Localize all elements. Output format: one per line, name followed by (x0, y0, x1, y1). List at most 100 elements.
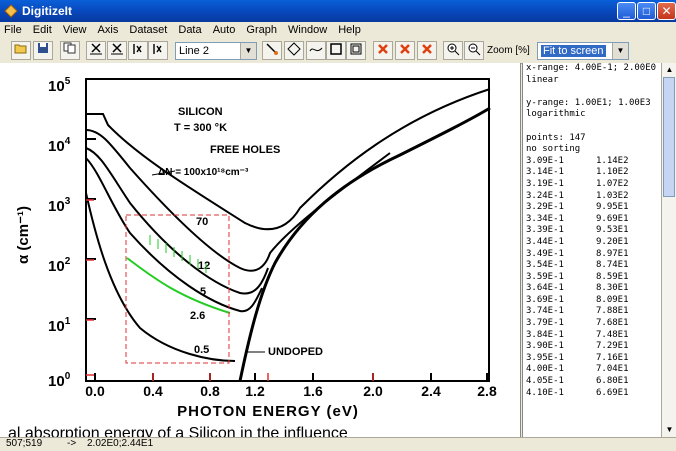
caption-fragment: al absorption energy of a Silicon in the… (8, 425, 348, 437)
zoom-in-icon[interactable] (443, 41, 463, 60)
curve-tool-icon[interactable] (306, 41, 326, 60)
data-row-y: 8.74E1 (596, 260, 629, 271)
data-row[interactable]: 3.74E-1 7.88E1 (523, 306, 662, 318)
data-row[interactable]: 3.95E-1 7.16E1 (523, 353, 662, 365)
menu-dataset[interactable]: Dataset (125, 22, 171, 36)
plot-frame (85, 78, 490, 382)
data-row[interactable]: 3.49E-1 8.97E1 (523, 249, 662, 261)
data-row-y: 8.59E1 (596, 271, 629, 282)
x-tick-label-5: 2.0 (363, 383, 383, 399)
y-tick-label-1: 101 (48, 316, 71, 335)
data-row[interactable]: 3.29E-1 9.95E1 (523, 202, 662, 214)
open-folder-icon[interactable] (11, 41, 31, 60)
data-row[interactable]: 3.19E-1 1.07E2 (523, 179, 662, 191)
menu-axis[interactable]: Axis (94, 22, 123, 36)
data-row[interactable]: 3.44E-1 9.20E1 (523, 237, 662, 249)
data-row-x: 4.10E-1 (526, 387, 564, 398)
menu-file[interactable]: File (0, 22, 26, 36)
data-row-y: 8.09E1 (596, 294, 629, 305)
zoom-out-icon[interactable] (464, 41, 484, 60)
x-axis-max-icon[interactable] (107, 41, 127, 60)
data-row[interactable]: 4.05E-1 6.80E1 (523, 376, 662, 388)
data-row-x: 3.95E-1 (526, 352, 564, 363)
rectangle-tool-icon[interactable] (326, 41, 346, 60)
data-row-y: 7.16E1 (596, 352, 629, 363)
data-row[interactable]: 3.90E-1 7.29E1 (523, 341, 662, 353)
scanned-graph[interactable]: 105 104 103 102 101 100 0.0 0.4 0.8 1.2 … (0, 63, 520, 437)
diamond-tool-icon[interactable] (284, 41, 304, 60)
title-bar: DigitizeIt _ □ ✕ (0, 0, 676, 22)
data-panel[interactable]: x-range: 4.00E-1; 2.00E0 linear y-range:… (522, 63, 662, 437)
delete-all-icon[interactable] (417, 41, 437, 60)
graph-canvas[interactable]: 105 104 103 102 101 100 0.0 0.4 0.8 1.2 … (0, 63, 521, 437)
data-row[interactable]: 3.09E-1 1.14E2 (523, 156, 662, 168)
menu-data[interactable]: Data (174, 22, 205, 36)
x-tick-label-3: 1.2 (245, 383, 265, 399)
zoom-select[interactable]: Fit to screen ▼ (537, 42, 629, 60)
line-select-value: Line 2 (179, 45, 209, 57)
data-row-x: 3.90E-1 (526, 341, 564, 352)
rectangle-select-icon[interactable] (346, 41, 366, 60)
point-tool-icon[interactable] (262, 41, 282, 60)
curve-0-5 (85, 192, 236, 362)
data-row-x: 3.09E-1 (526, 155, 564, 166)
y-tick-label-2: 102 (48, 256, 71, 275)
line-select[interactable]: Line 2 ▼ (175, 42, 257, 60)
menu-window[interactable]: Window (284, 22, 331, 36)
data-row-y: 9.95E1 (596, 202, 629, 213)
status-arrow: -> (67, 438, 77, 449)
maximize-button[interactable]: □ (637, 2, 656, 20)
curve-70 (86, 88, 491, 231)
menu-help[interactable]: Help (334, 22, 365, 36)
data-row[interactable]: 3.84E-1 7.48E1 (523, 330, 662, 342)
x-axis-label: PHOTON ENERGY (eV) (177, 403, 359, 420)
close-button[interactable]: ✕ (657, 2, 676, 20)
vertical-scrollbar[interactable]: ▲ ▼ (661, 63, 676, 437)
menu-graph[interactable]: Graph (242, 22, 281, 36)
annotations: SILICON T = 300 °K FREE HOLES ΔN = 100x1… (158, 106, 323, 358)
copy-icon[interactable] (60, 41, 80, 60)
digitized-line-green (126, 257, 231, 314)
data-row-y: 7.48E1 (596, 329, 629, 340)
delete-selection-icon[interactable] (395, 41, 415, 60)
data-row-y: 8.97E1 (596, 248, 629, 259)
menu-auto[interactable]: Auto (209, 22, 240, 36)
curve-label-2-6: 2.6 (190, 310, 205, 322)
data-row-y: 7.88E1 (596, 306, 629, 317)
scroll-down-icon[interactable]: ▼ (662, 423, 676, 437)
menu-edit[interactable]: Edit (29, 22, 56, 36)
x-axis-min-icon[interactable] (86, 41, 106, 60)
data-row-x: 3.19E-1 (526, 178, 564, 189)
data-rows: 3.09E-1 1.14E2 3.14E-1 1.10E2 3.19E-1 1.07E2 3… (523, 156, 662, 399)
data-row[interactable]: 3.24E-1 1.03E2 (523, 191, 662, 203)
scroll-up-icon[interactable]: ▲ (662, 63, 676, 77)
scroll-thumb[interactable] (663, 77, 675, 197)
menu-view[interactable]: View (59, 22, 91, 36)
app-icon (4, 4, 18, 18)
panel-yrange: y-range: 1.00E1; 1.00E3 (526, 97, 651, 108)
data-row-x: 4.05E-1 (526, 376, 564, 387)
panel-blank (523, 86, 662, 98)
data-row-x: 3.84E-1 (526, 329, 564, 340)
selection-rectangle[interactable] (125, 214, 230, 364)
x-tick-label-0: 0.0 (85, 383, 105, 399)
annot-undoped: UNDOPED (268, 346, 323, 358)
data-row[interactable]: 4.10E-1 6.69E1 (523, 388, 662, 400)
minimize-button[interactable]: _ (617, 2, 636, 20)
data-row[interactable]: 4.00E-1 7.04E1 (523, 364, 662, 376)
data-row[interactable]: 3.14E-1 1.10E2 (523, 167, 662, 179)
data-row[interactable]: 3.39E-1 9.53E1 (523, 225, 662, 237)
annot-temp: T = 300 °K (174, 122, 227, 134)
data-row[interactable]: 3.69E-1 8.09E1 (523, 295, 662, 307)
delete-point-icon[interactable] (373, 41, 393, 60)
chevron-down-icon: ▼ (612, 43, 628, 59)
y-axis-min-icon[interactable] (128, 41, 148, 60)
data-row[interactable]: 3.64E-1 8.30E1 (523, 283, 662, 295)
y-axis-max-icon[interactable] (148, 41, 168, 60)
data-row[interactable]: 3.79E-1 7.68E1 (523, 318, 662, 330)
data-row[interactable]: 3.59E-1 8.59E1 (523, 272, 662, 284)
save-disk-icon[interactable] (33, 41, 53, 60)
data-row[interactable]: 3.34E-1 9.69E1 (523, 214, 662, 226)
data-row[interactable]: 3.54E-1 8.74E1 (523, 260, 662, 272)
window-title: DigitizeIt (22, 4, 72, 18)
